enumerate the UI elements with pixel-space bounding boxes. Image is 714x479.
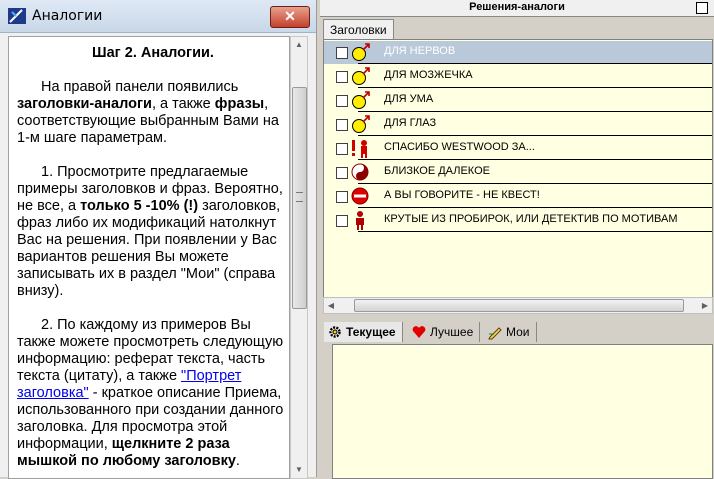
bottom-tab-strip: Текущее Лучшее Мои [320,322,714,344]
bottom-tab-label: Текущее [346,325,396,339]
headline-label: ДЛЯ МОЗЖЕЧКА [384,69,473,81]
paragraph-text: , а также [151,96,215,112]
headline-label: СПАСИБО WESTWOOD ЗА... [384,141,535,153]
paragraph-text: На правой панели появились [41,79,239,95]
help-paragraph-2: 1. Просмотрите предлагаемые примеры заго… [17,164,289,300]
grip-icon [296,192,303,202]
headline-checkbox[interactable] [336,71,348,83]
pencil-icon [488,327,502,340]
restore-button[interactable] [696,2,708,14]
tab-current[interactable]: Текущее [324,322,403,342]
headlines-tab-strip: Заголовки [320,17,714,40]
app-logo-icon [8,8,26,24]
close-button[interactable]: ✕ [270,6,310,28]
headlines-hscrollbar[interactable]: ◀ ▶ [323,297,713,314]
headline-label: ДЛЯ НЕРВОВ [384,45,456,57]
bold-text: заголовки-аналоги [17,96,152,112]
heart-icon [412,326,426,338]
close-icon: ✕ [284,8,296,24]
headlines-list: ДЛЯ НЕРВОВ ДЛЯ МОЗЖЕЧКА ДЛЯ УМА ДЛЯ ГЛАЗ СПА… [323,39,713,299]
row-divider [358,87,712,88]
headline-row[interactable]: ДЛЯ МОЗЖЕЧКА [324,65,712,88]
headline-row[interactable]: А ВЫ ГОВОРИТЕ - НЕ КВЕСТ! [324,185,712,208]
row-divider [358,159,712,160]
paragraph-text: 2. По каждому из примеров Вы также может… [17,317,284,384]
gender-male-icon [352,43,370,61]
help-text: Шаг 2. Аналогии. На правой панели появил… [17,45,289,478]
hscroll-thumb[interactable] [354,299,684,312]
help-paragraph-3: 2. По каждому из примеров Вы также может… [17,317,289,470]
headline-label: КРУТЫЕ ИЗ ПРОБИРОК, ИЛИ ДЕТЕКТИВ ПО МОТИ… [384,213,678,225]
row-divider [358,231,712,232]
row-divider [358,63,712,64]
tab-headlines[interactable]: Заголовки [323,19,394,40]
solutions-title: Решения-аналоги [469,1,565,13]
headline-label: ДЛЯ ГЛАЗ [384,117,437,129]
help-content: Шаг 2. Аналогии. На правой панели появил… [8,36,290,479]
tab-mine[interactable]: Мои [484,322,537,342]
help-paragraph-1: На правой панели появились заголовки-ана… [17,79,289,147]
scroll-down-arrow-icon[interactable]: ▼ [291,462,307,478]
scroll-thumb[interactable] [292,87,307,309]
help-scrollbar[interactable]: ▲ ▼ [290,36,308,479]
gender-male-icon [352,67,370,85]
headline-label: А ВЫ ГОВОРИТЕ - НЕ КВЕСТ! [384,189,540,201]
help-heading: Шаг 2. Аналогии. [92,45,214,61]
gender-male-icon [352,91,370,109]
headline-row[interactable]: ДЛЯ НЕРВОВ [324,41,712,64]
headline-row[interactable]: БЛИЗКОЕ ДАЛЕКОЕ [324,161,712,184]
help-titlebar: Аналогии ✕ [0,0,316,33]
headline-label: ДЛЯ УМА [384,93,434,105]
headline-checkbox[interactable] [336,119,348,131]
scroll-up-arrow-icon[interactable]: ▲ [291,37,307,53]
bottom-tab-label: Лучшее [430,325,474,339]
solutions-panel: Решения-аналоги Заголовки ДЛЯ НЕРВОВ ДЛЯ … [320,0,714,479]
headline-checkbox[interactable] [336,143,348,155]
headline-checkbox[interactable] [336,95,348,107]
exclamation-person-icon [352,140,367,158]
headline-checkbox[interactable] [336,215,348,227]
bold-text: фразы [214,96,265,112]
bottom-content-area[interactable] [332,344,713,479]
solutions-titlebar: Решения-аналоги [320,0,714,17]
help-panel: Аналогии ✕ Шаг 2. Аналогии. На правой па… [0,0,317,479]
scroll-right-arrow-icon[interactable]: ▶ [698,298,712,313]
headline-checkbox[interactable] [336,47,348,59]
yin-yang-icon [351,163,369,181]
row-divider [358,183,712,184]
row-divider [358,207,712,208]
row-divider [358,135,712,136]
person-icon [356,211,364,230]
tab-best[interactable]: Лучшее [408,322,481,342]
gear-icon [329,326,341,338]
gender-male-icon [352,115,370,133]
scroll-left-arrow-icon[interactable]: ◀ [324,298,338,313]
headline-row[interactable]: КРУТЫЕ ИЗ ПРОБИРОК, ИЛИ ДЕТЕКТИВ ПО МОТИ… [324,209,712,232]
headline-checkbox[interactable] [336,191,348,203]
bold-text: только 5 -10% (!) [80,198,199,214]
headline-row[interactable]: СПАСИБО WESTWOOD ЗА... [324,137,712,160]
headline-row[interactable]: ДЛЯ УМА [324,89,712,112]
headline-row[interactable]: ДЛЯ ГЛАЗ [324,113,712,136]
help-title: Аналогии [32,8,103,24]
row-divider [358,111,712,112]
no-entry-icon [351,187,369,205]
headline-label: БЛИЗКОЕ ДАЛЕКОЕ [384,165,490,177]
bottom-tab-label: Мои [506,325,530,339]
headline-checkbox[interactable] [336,167,348,179]
paragraph-text: . [235,453,240,469]
